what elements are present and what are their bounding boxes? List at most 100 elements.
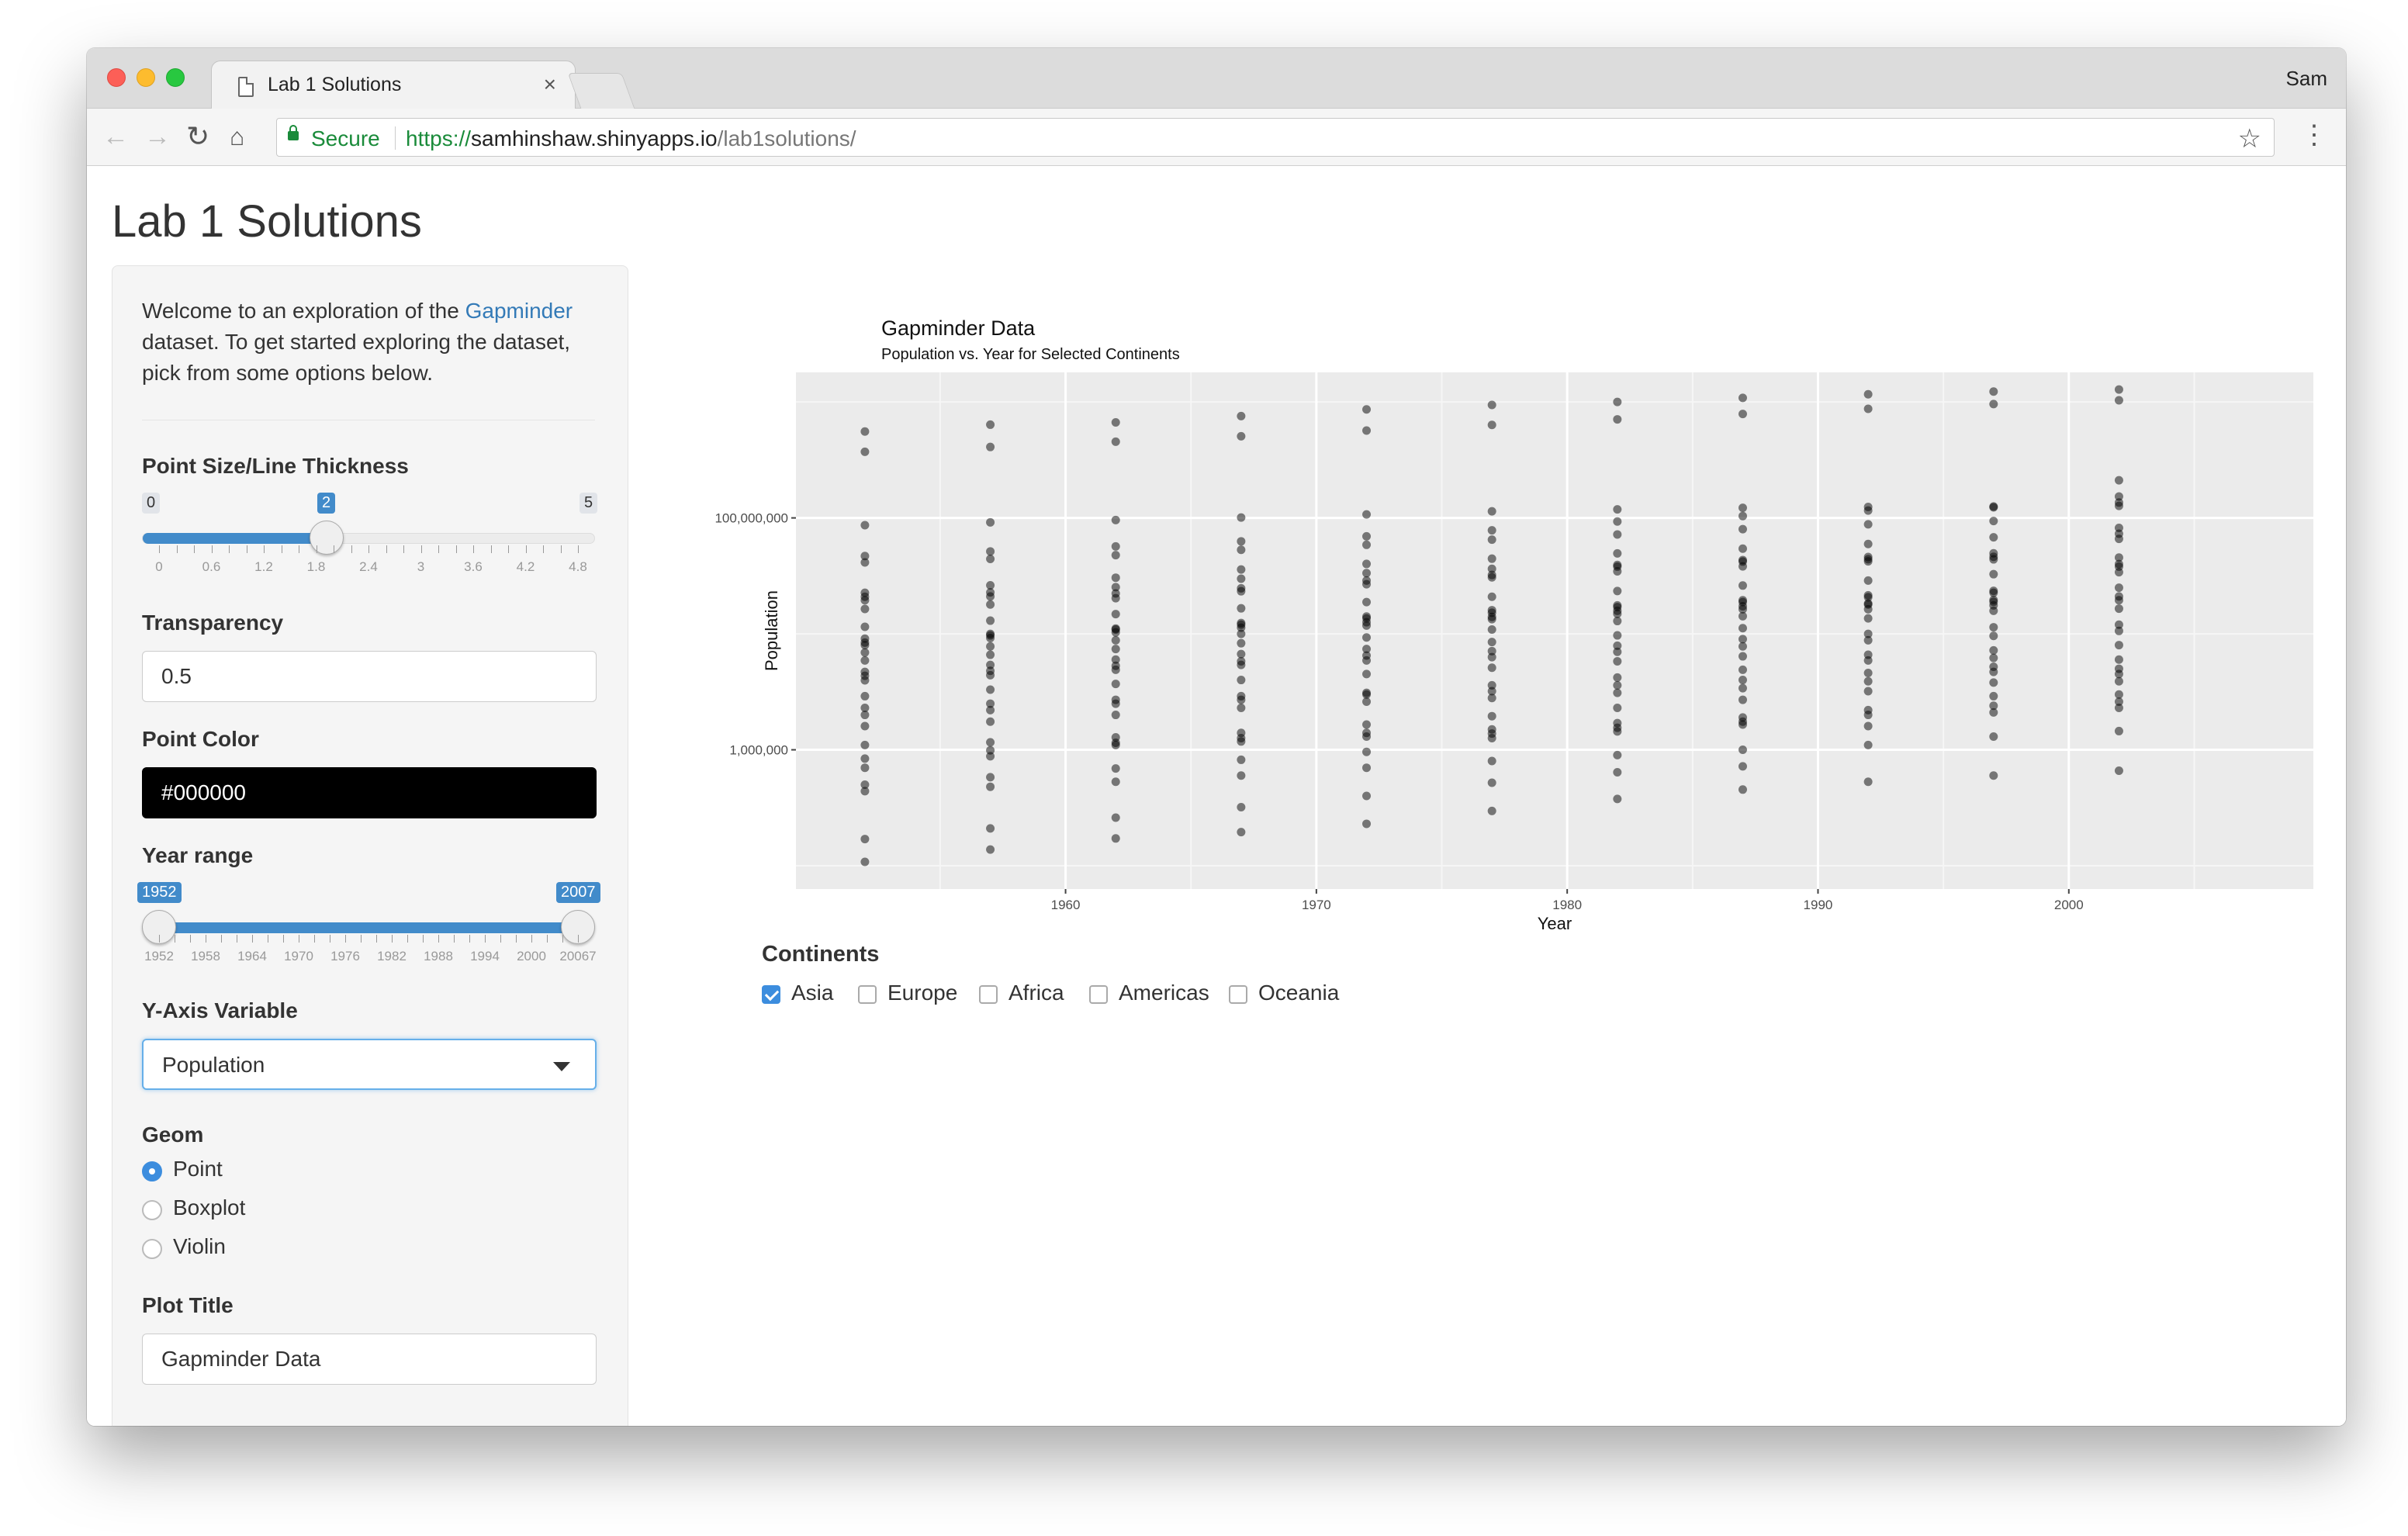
- data-point: [1863, 539, 1873, 548]
- data-point: [1738, 562, 1747, 571]
- profile-name[interactable]: Sam: [2286, 67, 2327, 91]
- data-point: [860, 427, 870, 436]
- data-point: [1738, 624, 1747, 633]
- data-point: [1487, 734, 1496, 743]
- data-point: [1237, 676, 1246, 685]
- back-arrow-icon[interactable]: ←: [102, 121, 129, 152]
- browser-menu-icon[interactable]: ⋮: [2301, 119, 2327, 150]
- data-point: [1738, 762, 1747, 771]
- data-point: [1362, 633, 1372, 642]
- checkbox-americas-label: Americas: [1119, 981, 1209, 1005]
- data-point: [1237, 431, 1246, 441]
- data-point: [986, 782, 995, 791]
- reload-icon[interactable]: ↻: [186, 121, 209, 152]
- data-point: [1738, 511, 1747, 521]
- data-point: [1989, 503, 1998, 512]
- data-point: [860, 558, 870, 567]
- data-point: [1613, 647, 1622, 656]
- tab-close-icon[interactable]: ×: [544, 72, 556, 97]
- data-point: [1738, 665, 1747, 674]
- data-point: [860, 691, 870, 701]
- data-point: [860, 622, 870, 631]
- data-point: [1989, 517, 1998, 526]
- data-point: [1111, 635, 1120, 645]
- data-point: [1362, 697, 1372, 707]
- data-point: [2114, 626, 2123, 635]
- data-point: [1989, 653, 1998, 662]
- data-point: [986, 633, 995, 642]
- data-point: [1989, 569, 1998, 579]
- data-point: [1738, 410, 1747, 419]
- zoom-window-button[interactable]: [166, 68, 185, 87]
- browser-tab[interactable]: Lab 1 Solutions ×: [211, 61, 576, 109]
- data-point: [1111, 711, 1120, 720]
- checkbox-asia[interactable]: [762, 985, 780, 1004]
- data-point: [1863, 604, 1873, 614]
- data-point: [1362, 569, 1372, 578]
- close-window-button[interactable]: [107, 68, 126, 87]
- data-point: [1362, 597, 1372, 607]
- checkbox-oceania[interactable]: [1229, 985, 1247, 1004]
- address-bar[interactable]: Secure https://samhinshaw.shinyapps.io/l…: [276, 118, 2275, 157]
- minimize-window-button[interactable]: [137, 68, 155, 87]
- bookmark-star-icon[interactable]: ☆: [2238, 123, 2261, 154]
- data-point: [1237, 574, 1246, 583]
- data-point: [986, 705, 995, 714]
- data-point: [2114, 703, 2123, 712]
- data-point: [1111, 437, 1120, 446]
- data-point: [1487, 663, 1496, 673]
- radio-point[interactable]: [142, 1161, 162, 1181]
- data-point: [1613, 794, 1622, 804]
- checkbox-europe[interactable]: [858, 985, 877, 1004]
- data-point: [860, 763, 870, 773]
- data-point: [2114, 476, 2123, 485]
- data-point: [1863, 520, 1873, 529]
- radio-boxplot[interactable]: [142, 1200, 162, 1220]
- data-point: [986, 442, 995, 451]
- data-point: [860, 857, 870, 867]
- data-point: [1362, 763, 1372, 773]
- data-point: [986, 642, 995, 651]
- new-tab-button[interactable]: [567, 73, 635, 109]
- plot-title-input[interactable]: Gapminder Data: [142, 1334, 597, 1385]
- data-point: [1989, 387, 1998, 396]
- data-point: [860, 711, 870, 720]
- data-point: [1738, 720, 1747, 729]
- data-point: [1362, 656, 1372, 665]
- data-point: [1237, 411, 1246, 420]
- plot-panel: [796, 372, 2313, 889]
- data-point: [1237, 828, 1246, 837]
- data-point: [860, 740, 870, 749]
- x-tick-label: 1960: [1051, 898, 1081, 912]
- checkbox-africa[interactable]: [979, 985, 998, 1004]
- data-point: [1111, 593, 1120, 603]
- data-point: [1111, 699, 1120, 708]
- checkbox-americas[interactable]: [1089, 985, 1108, 1004]
- data-point: [1237, 537, 1246, 546]
- data-point: [1237, 545, 1246, 555]
- data-point: [986, 616, 995, 625]
- data-point: [1738, 785, 1747, 794]
- url-text[interactable]: https://samhinshaw.shinyapps.io/lab1solu…: [406, 126, 856, 151]
- data-point: [1863, 656, 1873, 665]
- data-point: [1362, 559, 1372, 569]
- data-point: [986, 824, 995, 833]
- data-point: [2114, 396, 2123, 405]
- home-icon[interactable]: ⌂: [230, 121, 244, 152]
- data-point: [986, 650, 995, 659]
- data-point: [860, 641, 870, 650]
- radio-violin[interactable]: [142, 1239, 162, 1259]
- data-point: [1111, 551, 1120, 560]
- data-point: [860, 676, 870, 685]
- data-point: [860, 648, 870, 657]
- data-point: [1362, 531, 1372, 541]
- data-point: [1863, 576, 1873, 585]
- data-point: [1237, 755, 1246, 764]
- data-point: [860, 447, 870, 456]
- forward-arrow-icon[interactable]: →: [144, 121, 171, 152]
- data-point: [1738, 695, 1747, 704]
- data-point: [1487, 526, 1496, 535]
- data-point: [1863, 668, 1873, 677]
- data-point: [2114, 676, 2123, 686]
- plot-title-label: Plot Title: [142, 1293, 234, 1317]
